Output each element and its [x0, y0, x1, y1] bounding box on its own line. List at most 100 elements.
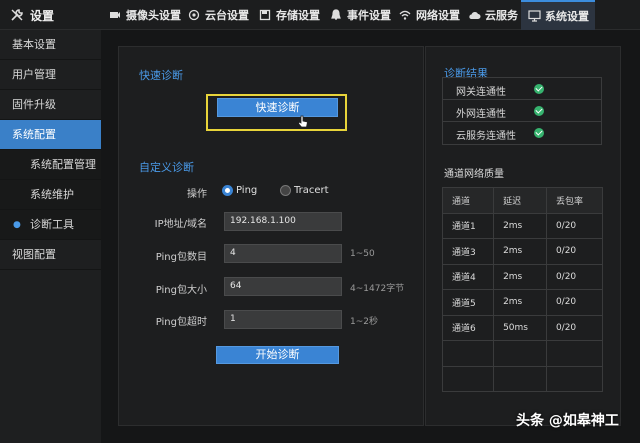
event-icon — [329, 8, 343, 22]
table-header: 通道 延迟 丢包率 — [441, 187, 604, 214]
check-ok-icon — [534, 84, 544, 94]
table-row — [441, 340, 604, 367]
ping-timeout-input[interactable]: 1 — [224, 310, 342, 329]
sidebar-item-diagnostics[interactable]: ● 诊断工具 — [0, 210, 101, 240]
tab-label: 网络设置 — [416, 9, 460, 22]
ping-size-input[interactable]: 64 — [224, 277, 342, 296]
ip-input[interactable]: 192.168.1.100 — [224, 212, 342, 231]
watermark: 头条 @如皋神工 — [516, 413, 619, 429]
table-cell: 0/20 — [545, 289, 604, 316]
tab-label: 摄像头设置 — [126, 9, 181, 22]
custom-diagnosis-title: 自定义诊断 — [139, 161, 194, 174]
tab-label: 云台设置 — [205, 9, 249, 22]
table-row: 通道4 2ms 0/20 — [441, 263, 604, 290]
table-cell — [545, 365, 604, 392]
result-panel: 诊断结果 网关连通性 外网连通性 云服务连通性 通道网络质量 通道 延迟 丢包率 通… — [425, 46, 621, 426]
table-cell: 0/20 — [545, 314, 604, 341]
camera-icon — [108, 8, 122, 22]
tab-camera[interactable]: 摄像头设置 — [108, 0, 181, 30]
table-cell: 通道3 — [441, 238, 495, 265]
sidebar-item-label: 诊断工具 — [30, 218, 74, 231]
table-cell: 通道1 — [441, 212, 495, 239]
table-cell: 50ms — [493, 314, 547, 341]
tools-icon — [10, 8, 24, 22]
result-row: 网关连通性 — [443, 78, 601, 100]
table-row: 通道6 50ms 0/20 — [441, 314, 604, 341]
table-row — [441, 365, 604, 392]
table-cell — [441, 365, 495, 392]
column-header: 通道 — [441, 187, 495, 214]
ping-count-hint: 1~50 — [350, 249, 375, 259]
result-label: 外网连通性 — [456, 109, 506, 120]
top-bar: 设置 摄像头设置 云台设置 存储设置 事件设置 网络设置 云服务 系统设置 — [0, 0, 640, 30]
quick-diagnosis-title: 快速诊断 — [139, 69, 183, 82]
table-row: 通道5 2ms 0/20 — [441, 289, 604, 316]
tab-ptz[interactable]: 云台设置 — [187, 0, 249, 30]
table-cell: 0/20 — [545, 212, 604, 239]
table-cell — [441, 340, 495, 367]
table-cell: 2ms — [493, 238, 547, 265]
sidebar-item-users[interactable]: 用户管理 — [0, 60, 101, 90]
ping-size-label: Ping包大小 — [155, 285, 207, 296]
tab-cloud[interactable]: 云服务 — [467, 0, 518, 30]
table-cell — [545, 340, 604, 367]
result-row: 外网连通性 — [443, 100, 601, 122]
start-diagnosis-button[interactable]: 开始诊断 — [216, 346, 339, 364]
mouse-cursor-icon — [297, 115, 309, 132]
ping-timeout-label: Ping包超时 — [155, 317, 207, 328]
table-cell: 0/20 — [545, 263, 604, 290]
ping-timeout-hint: 1~2秒 — [350, 317, 378, 327]
diagnostic-panel: 快速诊断 快速诊断 自定义诊断 操作 Ping Tracert IP地址/域名 … — [118, 46, 424, 426]
tab-label: 系统设置 — [545, 10, 589, 23]
tab-system[interactable]: 系统设置 — [521, 0, 595, 30]
result-label: 网关连通性 — [456, 87, 506, 98]
ping-count-label: Ping包数目 — [155, 252, 207, 263]
column-header: 丢包率 — [545, 187, 604, 214]
settings-title: 设置 — [30, 8, 55, 23]
table-cell: 通道5 — [441, 289, 495, 316]
cloud-icon — [467, 8, 481, 22]
check-ok-icon — [534, 128, 544, 138]
tab-label: 存储设置 — [276, 9, 320, 22]
storage-icon — [258, 8, 272, 22]
quick-diagnosis-button[interactable]: 快速诊断 — [217, 98, 338, 117]
table-cell: 2ms — [493, 289, 547, 316]
result-row: 云服务连通性 — [443, 122, 601, 144]
result-table: 网关连通性 外网连通性 云服务连通性 — [442, 77, 602, 145]
operation-label: 操作 — [187, 189, 207, 200]
table-cell: 0/20 — [545, 238, 604, 265]
table-cell — [493, 340, 547, 367]
table-cell: 2ms — [493, 212, 547, 239]
tab-network[interactable]: 网络设置 — [398, 0, 460, 30]
radio-unchecked-icon — [280, 185, 291, 196]
radio-ping[interactable]: Ping — [222, 185, 257, 196]
sidebar-item-firmware[interactable]: 固件升级 — [0, 90, 101, 120]
wifi-icon — [398, 8, 412, 22]
tab-event[interactable]: 事件设置 — [329, 0, 391, 30]
settings-header: 设置 — [10, 0, 54, 30]
sidebar: 基本设置 用户管理 固件升级 系统配置 系统配置管理 系统维护 ● 诊断工具 视图… — [0, 30, 101, 443]
sidebar-item-maintenance[interactable]: 系统维护 — [0, 180, 101, 210]
ip-label: IP地址/域名 — [154, 219, 207, 230]
sidebar-item-config-manage[interactable]: 系统配置管理 — [0, 150, 101, 180]
ptz-icon — [187, 8, 201, 22]
sidebar-item-view-config[interactable]: 视图配置 — [0, 240, 101, 270]
radio-tracert[interactable]: Tracert — [280, 185, 329, 196]
monitor-icon — [527, 9, 541, 23]
table-row: 通道1 2ms 0/20 — [441, 212, 604, 239]
tab-label: 事件设置 — [347, 9, 391, 22]
table-cell: 通道6 — [441, 314, 495, 341]
ping-count-input[interactable]: 4 — [224, 244, 342, 263]
tab-storage[interactable]: 存储设置 — [258, 0, 320, 30]
sidebar-item-basic[interactable]: 基本设置 — [0, 30, 101, 60]
ping-size-hint: 4~1472字节 — [350, 284, 405, 294]
quality-title: 通道网络质量 — [444, 169, 504, 180]
table-cell: 2ms — [493, 263, 547, 290]
sidebar-item-system-config[interactable]: 系统配置 — [0, 120, 101, 150]
table-row: 通道3 2ms 0/20 — [441, 238, 604, 265]
result-label: 云服务连通性 — [456, 131, 516, 142]
table-cell — [493, 365, 547, 392]
selected-dot-icon: ● — [13, 220, 21, 230]
table-cell: 通道4 — [441, 263, 495, 290]
radio-label: Tracert — [294, 185, 329, 196]
